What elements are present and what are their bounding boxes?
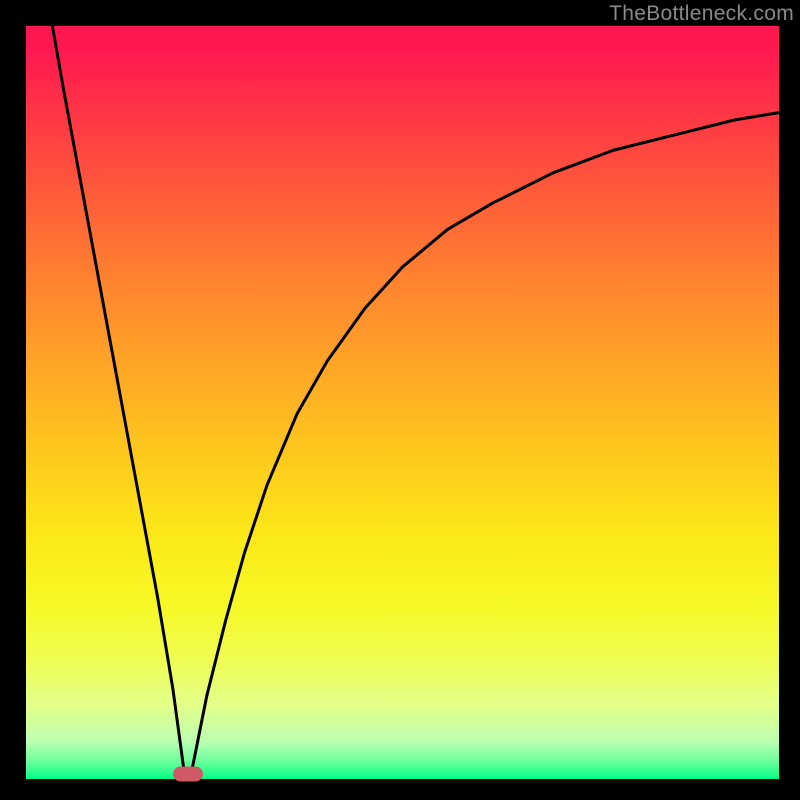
watermark-text: TheBottleneck.com (609, 2, 794, 26)
line-curve-svg (26, 26, 779, 779)
minimum-marker (173, 767, 203, 782)
chart-frame: TheBottleneck.com (0, 0, 800, 800)
curve-left (52, 26, 184, 771)
curve-right (192, 113, 779, 772)
plot-area (26, 26, 779, 779)
